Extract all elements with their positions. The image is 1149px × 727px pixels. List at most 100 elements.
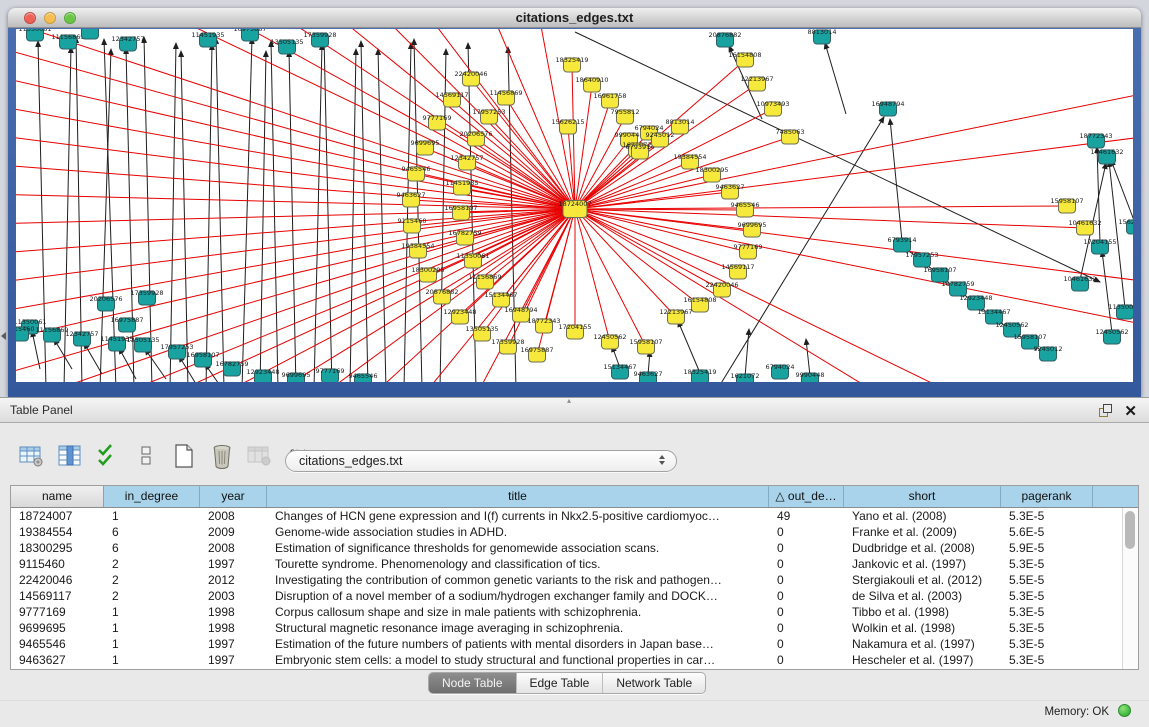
window-titlebar[interactable]: citations_edges.txt xyxy=(8,8,1141,28)
table-body: 1872400712008Changes of HCN gene express… xyxy=(11,508,1138,668)
cell-out_degree: 0 xyxy=(769,636,844,652)
graph-node-label: 6793914 xyxy=(888,236,917,244)
network-window: citations_edges.txt 16154808122139671097… xyxy=(8,8,1141,397)
graph-node-label: 12923448 xyxy=(959,294,992,302)
cell-pagerank: 5.3E-5 xyxy=(1001,588,1093,604)
cell-name: 9699695 xyxy=(11,620,104,636)
tab-node-table[interactable]: Node Table xyxy=(429,673,516,693)
vertical-scrollbar[interactable] xyxy=(1122,508,1138,669)
graph-node-label: 17359928 xyxy=(303,31,336,39)
window-title: citations_edges.txt xyxy=(8,8,1141,28)
table-settings-icon[interactable] xyxy=(18,441,46,471)
cell-year: 1997 xyxy=(200,652,267,668)
table-row[interactable]: 2242004622012Investigating the contribut… xyxy=(11,572,1138,588)
node-table: namein_degreeyeartitle△ out_de…shortpage… xyxy=(10,485,1139,670)
cell-pagerank: 5.3E-5 xyxy=(1001,508,1093,524)
cell-pagerank: 5.3E-5 xyxy=(1001,556,1093,572)
float-panel-icon[interactable] xyxy=(1098,403,1113,423)
table-selector-dropdown[interactable]: citations_edges.txt xyxy=(285,450,677,472)
close-panel-icon[interactable]: ✕ xyxy=(1124,399,1137,424)
cell-name: 19384554 xyxy=(11,524,104,540)
scrollbar-thumb[interactable] xyxy=(1125,511,1135,549)
graph-node-label: 1621072 xyxy=(731,372,760,380)
cell-in_degree: 1 xyxy=(104,636,200,652)
graph-node-label: 17359928 xyxy=(491,338,524,346)
splitter-handle-icon[interactable]: ▴ xyxy=(567,396,571,405)
cell-in_degree: 2 xyxy=(104,556,200,572)
cell-pagerank: 5.3E-5 xyxy=(1001,604,1093,620)
table-row[interactable]: 946362711997Embryonic stem cells: a mode… xyxy=(11,652,1138,668)
graph-node-label: 18772343 xyxy=(1079,132,1112,140)
graph-node-label: 16154808 xyxy=(683,296,716,304)
graph-node-label: 20876882 xyxy=(425,288,458,296)
cell-in_degree: 2 xyxy=(104,572,200,588)
cell-name: 9463627 xyxy=(11,652,104,668)
cell-year: 2009 xyxy=(200,524,267,540)
graph-node-label: 9465546 xyxy=(349,372,378,380)
graph-node-label: 18772343 xyxy=(527,317,560,325)
cell-out_degree: 0 xyxy=(769,588,844,604)
column-header-pagerank[interactable]: pagerank xyxy=(1001,486,1093,507)
table-row[interactable]: 911546021997Tourette syndrome. Phenomeno… xyxy=(11,556,1138,572)
table-row[interactable]: 1938455462009Genome-wide association stu… xyxy=(11,524,1138,540)
network-canvas[interactable]: 1615480812213967109734937485063183254191… xyxy=(16,29,1133,382)
graph-node-label: 18300295 xyxy=(411,266,444,274)
graph-node-label: 15958107 xyxy=(1050,197,1083,205)
graph-node-label: 16782759 xyxy=(215,360,248,368)
graph-node-label: 9990448 xyxy=(796,371,825,379)
graph-node-label: 12213967 xyxy=(740,75,773,83)
column-header-out_degree[interactable]: △ out_de… xyxy=(769,486,844,507)
column-header-year[interactable]: year xyxy=(200,486,267,507)
column-header-name[interactable]: name xyxy=(11,486,104,507)
row-height-icon[interactable] xyxy=(132,441,160,471)
cell-year: 1998 xyxy=(200,620,267,636)
graph-node-label: 11456869 xyxy=(489,89,522,97)
graph-node-label: 9699695 xyxy=(411,139,440,147)
table-row[interactable]: 1872400712008Changes of HCN gene express… xyxy=(11,508,1138,524)
graph-node-label: 15134467 xyxy=(484,291,517,299)
cell-year: 2008 xyxy=(200,508,267,524)
graph-node-label: 6793914 xyxy=(626,143,655,151)
graph-node-label: 15958107 xyxy=(629,338,662,346)
cell-title: Genome-wide association studies in ADHD. xyxy=(267,524,769,540)
minimize-window-button[interactable] xyxy=(44,12,56,24)
collapse-arrow-icon[interactable] xyxy=(1,332,6,340)
table-row[interactable]: 969969511998Structural magnetic resonanc… xyxy=(11,620,1138,636)
table-panel-body: f(x) citations_edges.txt namein_degreeye… xyxy=(0,423,1149,727)
cell-out_degree: 49 xyxy=(769,508,844,524)
table-row[interactable]: 1456911722003Disruption of a novel membe… xyxy=(11,588,1138,604)
graph-node-label: 17957253 xyxy=(905,251,938,259)
tab-edge-table[interactable]: Edge Table xyxy=(516,673,603,693)
table-toolbar: f(x) xyxy=(18,439,312,473)
table-panel-header: ▴ Table Panel ✕ xyxy=(0,397,1149,423)
cell-name: 14569117 xyxy=(11,588,104,604)
column-header-short[interactable]: short xyxy=(844,486,1001,507)
table-header-row: namein_degreeyeartitle△ out_de…shortpage… xyxy=(11,486,1138,508)
table-row[interactable]: 1830029562008Estimation of significance … xyxy=(11,540,1138,556)
validate-checks-icon[interactable] xyxy=(94,441,122,471)
graph-node-label: 16975887 xyxy=(110,316,143,324)
graph-node-label: 15626215 xyxy=(551,118,584,126)
graph-node-label: 9777169 xyxy=(734,243,763,251)
column-header-in_degree[interactable]: in_degree xyxy=(104,486,200,507)
graph-node-label: 16782759 xyxy=(941,280,974,288)
select-column-icon[interactable] xyxy=(56,441,84,471)
graph-node-label: 18325419 xyxy=(683,368,716,376)
cell-name: 22420046 xyxy=(11,572,104,588)
graph-node-label: 8813014 xyxy=(666,118,695,126)
graph-node-label: 9463627 xyxy=(397,191,426,199)
graph-node-label: 12450562 xyxy=(593,333,626,341)
zoom-window-button[interactable] xyxy=(64,12,76,24)
tab-network-table[interactable]: Network Table xyxy=(602,673,705,693)
cell-out_degree: 0 xyxy=(769,652,844,668)
delete-icon[interactable] xyxy=(208,441,236,471)
table-row[interactable]: 977716911998Corpus callosum shape and si… xyxy=(11,604,1138,620)
new-document-icon[interactable] xyxy=(170,441,198,471)
close-window-button[interactable] xyxy=(24,12,36,24)
column-header-title[interactable]: title xyxy=(267,486,769,507)
table-row[interactable]: 946554611997Estimation of the future num… xyxy=(11,636,1138,652)
cell-name: 18300295 xyxy=(11,540,104,556)
graph-node-label: 18724007 xyxy=(558,200,591,208)
table-type-tabs: Node TableEdge TableNetwork Table xyxy=(428,672,706,694)
cell-out_degree: 0 xyxy=(769,572,844,588)
